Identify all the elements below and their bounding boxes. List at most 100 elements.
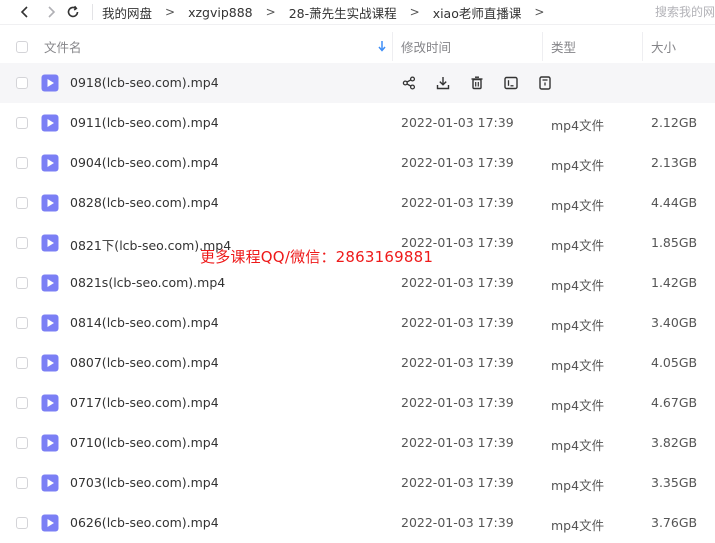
file-mtime: 2022-01-03 17:39: [401, 195, 514, 210]
table-row[interactable]: 0717(lcb-seo.com).mp4 2022-01-03 17:39 m…: [0, 383, 715, 423]
column-header-mtime[interactable]: 修改时间: [401, 37, 451, 56]
row-checkbox[interactable]: [16, 117, 28, 129]
file-type: mp4文件: [551, 238, 605, 253]
video-file-icon: [41, 234, 59, 252]
back-button[interactable]: [14, 1, 36, 23]
file-type: mp4文件: [551, 278, 605, 293]
file-name[interactable]: 0828(lcb-seo.com).mp4: [70, 195, 219, 210]
chevron-left-icon: [20, 6, 28, 18]
file-name[interactable]: 0821s(lcb-seo.com).mp4: [70, 275, 225, 290]
table-row[interactable]: 0626(lcb-seo.com).mp4 2022-01-03 17:39 m…: [0, 503, 715, 543]
row-checkbox[interactable]: [16, 197, 28, 209]
row-checkbox[interactable]: [16, 437, 28, 449]
file-type: mp4文件: [551, 518, 605, 533]
select-all-checkbox[interactable]: [16, 40, 28, 53]
file-name[interactable]: 0626(lcb-seo.com).mp4: [70, 515, 219, 530]
breadcrumb-separator: >: [165, 5, 176, 19]
file-size: 1.85GB: [651, 235, 698, 250]
file-type: mp4文件: [551, 198, 605, 213]
file-mtime: 2022-01-03 17:39: [401, 275, 514, 290]
video-file-icon: [41, 354, 59, 372]
column-header-name[interactable]: 文件名: [44, 37, 82, 56]
breadcrumb-item-current[interactable]: xiao老师直播课: [433, 3, 522, 22]
table-row[interactable]: 0710(lcb-seo.com).mp4 2022-01-03 17:39 m…: [0, 423, 715, 463]
file-name[interactable]: 0807(lcb-seo.com).mp4: [70, 355, 219, 370]
file-type: mp4文件: [551, 318, 605, 333]
more-icon: [539, 76, 551, 90]
row-hover-actions: [400, 74, 570, 92]
breadcrumb-item-course[interactable]: 28-萧先生实战课程: [289, 3, 397, 22]
breadcrumb-item-root[interactable]: 我的网盘: [102, 3, 152, 22]
file-type: mp4文件: [551, 398, 605, 413]
file-mtime: 2022-01-03 17:39: [401, 115, 514, 130]
file-size: 3.82GB: [651, 435, 698, 450]
row-checkbox[interactable]: [16, 77, 28, 89]
file-mtime: 2022-01-03 17:39: [401, 515, 514, 530]
row-checkbox[interactable]: [16, 477, 28, 489]
sort-arrow-down-icon[interactable]: [377, 40, 387, 52]
file-mtime: 2022-01-03 17:39: [401, 435, 514, 450]
column-divider[interactable]: [542, 32, 543, 61]
search-input[interactable]: [649, 3, 715, 21]
row-checkbox[interactable]: [16, 357, 28, 369]
share-button[interactable]: [400, 74, 418, 92]
rename-icon: [504, 76, 518, 90]
rename-button[interactable]: [502, 74, 520, 92]
row-checkbox[interactable]: [16, 317, 28, 329]
chevron-right-icon: [48, 6, 56, 18]
delete-button[interactable]: [468, 74, 486, 92]
table-row[interactable]: 0807(lcb-seo.com).mp4 2022-01-03 17:39 m…: [0, 343, 715, 383]
video-file-icon: [41, 194, 59, 212]
breadcrumb-item-user[interactable]: xzgvip888: [188, 5, 253, 20]
file-size: 3.76GB: [651, 515, 698, 530]
file-mtime: 2022-01-03 17:39: [401, 155, 514, 170]
refresh-icon: [67, 5, 79, 18]
file-size: 4.05GB: [651, 355, 698, 370]
table-row[interactable]: 0703(lcb-seo.com).mp4 2022-01-03 17:39 m…: [0, 463, 715, 503]
top-navigation-bar: 我的网盘 > xzgvip888 > 28-萧先生实战课程 > xiao老师直播…: [0, 0, 715, 25]
row-checkbox[interactable]: [16, 397, 28, 409]
file-name[interactable]: 0703(lcb-seo.com).mp4: [70, 475, 219, 490]
file-name[interactable]: 0814(lcb-seo.com).mp4: [70, 315, 219, 330]
forward-button[interactable]: [40, 1, 62, 23]
row-checkbox[interactable]: [16, 157, 28, 169]
file-name[interactable]: 0911(lcb-seo.com).mp4: [70, 115, 219, 130]
table-row[interactable]: 0911(lcb-seo.com).mp4 2022-01-03 17:39 m…: [0, 103, 715, 143]
file-type: mp4文件: [551, 478, 605, 493]
share-icon: [402, 76, 416, 90]
row-checkbox[interactable]: [16, 277, 28, 289]
column-divider[interactable]: [392, 32, 393, 61]
file-name[interactable]: 0710(lcb-seo.com).mp4: [70, 435, 219, 450]
download-button[interactable]: [434, 74, 452, 92]
column-header-size[interactable]: 大小: [651, 37, 676, 56]
file-type: mp4文件: [551, 438, 605, 453]
row-checkbox[interactable]: [16, 517, 28, 529]
file-size: 4.44GB: [651, 195, 698, 210]
table-row[interactable]: 0918(lcb-seo.com).mp4: [0, 63, 715, 103]
watermark-text: 更多课程QQ/微信：2863169881: [200, 248, 434, 266]
file-size: 2.12GB: [651, 115, 698, 130]
video-file-icon: [41, 154, 59, 172]
file-size: 3.40GB: [651, 315, 698, 330]
table-row[interactable]: 0821s(lcb-seo.com).mp4 2022-01-03 17:39 …: [0, 263, 715, 303]
file-name[interactable]: 0904(lcb-seo.com).mp4: [70, 155, 219, 170]
video-file-icon: [41, 434, 59, 452]
table-row[interactable]: 0814(lcb-seo.com).mp4 2022-01-03 17:39 m…: [0, 303, 715, 343]
refresh-button[interactable]: [62, 1, 84, 23]
column-divider[interactable]: [642, 32, 643, 61]
column-header-type[interactable]: 类型: [551, 37, 576, 56]
file-type: mp4文件: [551, 118, 605, 133]
more-button[interactable]: [536, 74, 554, 92]
video-file-icon: [41, 274, 59, 292]
download-icon: [436, 77, 450, 90]
file-table-header: 文件名 修改时间 类型 大小: [0, 30, 715, 63]
breadcrumb-separator: >: [409, 5, 420, 19]
file-name[interactable]: 0918(lcb-seo.com).mp4: [70, 75, 219, 90]
row-checkbox[interactable]: [16, 237, 28, 249]
table-row[interactable]: 0828(lcb-seo.com).mp4 2022-01-03 17:39 m…: [0, 183, 715, 223]
table-row[interactable]: 0904(lcb-seo.com).mp4 2022-01-03 17:39 m…: [0, 143, 715, 183]
breadcrumb-separator: >: [534, 5, 545, 19]
file-mtime: 2022-01-03 17:39: [401, 395, 514, 410]
delete-icon: [471, 76, 483, 90]
file-name[interactable]: 0717(lcb-seo.com).mp4: [70, 395, 219, 410]
